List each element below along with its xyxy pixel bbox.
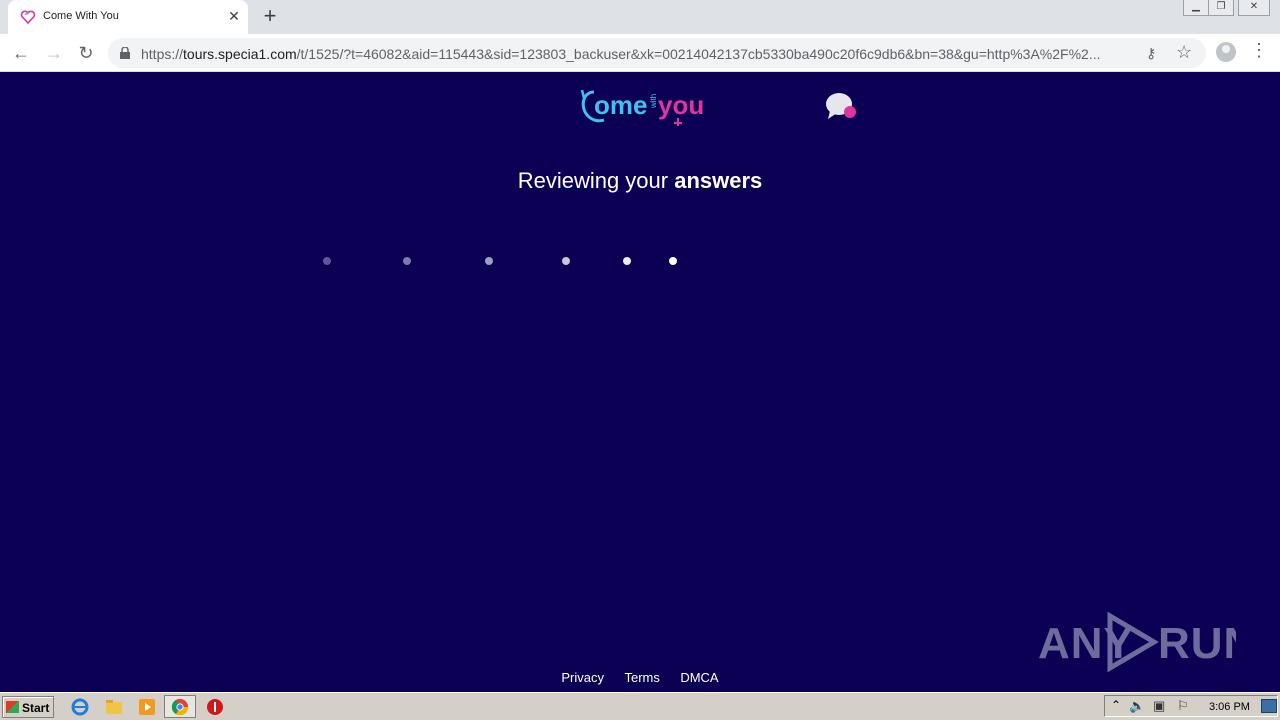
anyrun-watermark: ANY RUN <box>1038 611 1236 673</box>
forward-button[interactable]: → <box>41 40 67 66</box>
reload-button[interactable]: ↻ <box>73 40 99 66</box>
heading-bold: answers <box>674 168 763 193</box>
chrome-taskbar-button[interactable] <box>164 695 196 718</box>
chat-bubble-icon[interactable] <box>824 92 858 122</box>
privacy-link[interactable]: Privacy <box>561 670 604 685</box>
come-with-you-logo: ome with you <box>580 89 704 126</box>
close-tab-icon[interactable]: ✕ <box>226 8 242 24</box>
tab-strip: Come With You ✕ + ▁ ❐ ✕ <box>0 0 1280 34</box>
windows-logo-icon <box>6 701 19 713</box>
loading-dot <box>623 257 631 265</box>
browser-toolbar: ← → ↻ https://tours.specia1.com/t/1525/?… <box>0 34 1280 72</box>
page-heading: Reviewing your answers <box>0 168 1280 194</box>
browser-tab[interactable]: Come With You ✕ <box>8 0 248 34</box>
show-desktop-icon[interactable] <box>1261 699 1277 713</box>
bookmark-star-icon[interactable]: ☆ <box>1176 42 1192 63</box>
stop-icon[interactable] <box>205 697 225 717</box>
terms-link[interactable]: Terms <box>624 670 659 685</box>
loading-dot <box>485 257 493 265</box>
svg-text:RUN: RUN <box>1158 619 1236 668</box>
taskbar-clock: 3:06 PM <box>1209 701 1250 713</box>
url-path: /t/1525/?t=46082&aid=115443&sid=123803_b… <box>296 46 1101 62</box>
key-icon[interactable]: ⚷ <box>1146 45 1156 62</box>
minimize-button[interactable]: ▁ <box>1183 0 1209 16</box>
url-host: tours.specia1.com <box>183 46 297 62</box>
logo-text-ome: ome <box>594 90 647 120</box>
close-window-button[interactable]: ✕ <box>1238 0 1270 16</box>
show-hidden-icons-icon[interactable]: ⌃ <box>1111 698 1121 712</box>
file-explorer-icon[interactable] <box>104 697 124 717</box>
chrome-icon <box>171 698 189 716</box>
new-tab-button[interactable]: + <box>258 5 282 29</box>
tab-title: Come With You <box>43 10 119 22</box>
browser-menu-icon[interactable]: ⋮ <box>1250 40 1268 61</box>
heading-normal: Reviewing your <box>517 168 675 193</box>
restore-button[interactable]: ❐ <box>1208 0 1234 16</box>
volume-icon[interactable]: 🔈 <box>1129 698 1145 714</box>
loading-dot <box>403 257 411 265</box>
start-button[interactable]: Start <box>2 696 54 718</box>
lock-icon <box>120 47 130 59</box>
page-content: ome with you Reviewing your answers Priv… <box>0 72 1280 692</box>
logo-text-you: you <box>658 90 704 120</box>
back-button[interactable]: ← <box>8 40 34 66</box>
url-text: https://tours.specia1.com/t/1525/?t=4608… <box>141 46 1101 62</box>
loading-dot <box>323 257 331 265</box>
dmca-link[interactable]: DMCA <box>680 670 718 685</box>
loading-dot <box>669 257 677 265</box>
address-bar[interactable]: https://tours.specia1.com/t/1525/?t=4608… <box>108 38 1206 68</box>
url-scheme: https:// <box>141 46 184 62</box>
profile-avatar[interactable] <box>1216 42 1236 62</box>
internet-explorer-icon[interactable] <box>70 697 90 717</box>
network-icon[interactable]: ▣ <box>1153 698 1165 714</box>
logo-text-with: with <box>649 94 658 109</box>
loading-dot <box>562 257 570 265</box>
taskbar: Start ⌃ 🔈 ▣ ⚐ 3:06 PM <box>0 692 1280 720</box>
system-tray: ⌃ 🔈 ▣ ⚐ <box>1104 695 1278 717</box>
start-label: Start <box>22 701 50 715</box>
heart-favicon-icon <box>20 10 36 25</box>
media-player-icon[interactable] <box>137 697 157 717</box>
action-center-flag-icon[interactable]: ⚐ <box>1177 698 1189 714</box>
